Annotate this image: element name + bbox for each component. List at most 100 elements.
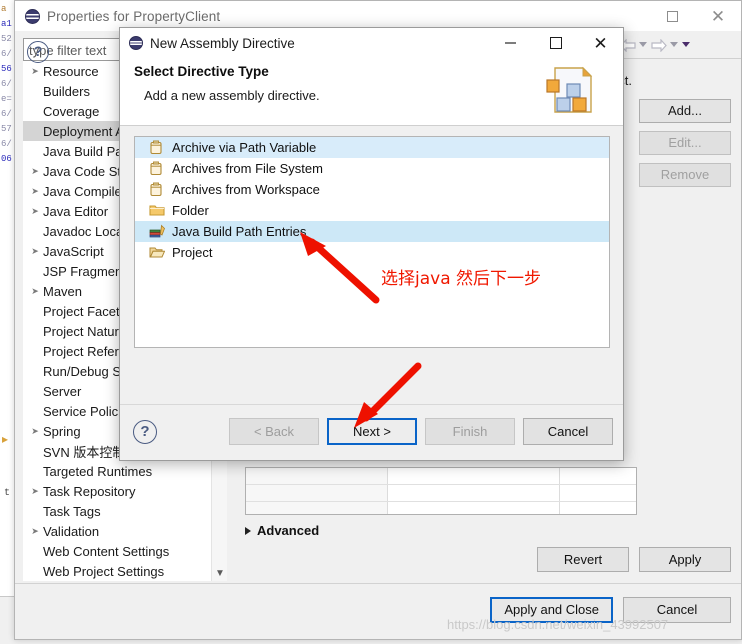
- close-icon[interactable]: ✕: [695, 1, 741, 31]
- list-item-label: Java Build Path Entries: [172, 224, 307, 239]
- tree-item-label: Resource: [43, 63, 99, 79]
- revert-button[interactable]: Revert: [537, 547, 629, 572]
- tree-item-validation[interactable]: ➤ Validation: [23, 521, 227, 541]
- banner-heading: Select Directive Type: [134, 64, 269, 79]
- list-item-java-build-path-entries[interactable]: Java Build Path Entries: [135, 221, 609, 242]
- jar-icon: [149, 161, 166, 176]
- assembly-table[interactable]: [245, 467, 637, 515]
- chevron-right-icon: [245, 526, 251, 535]
- directive-type-list[interactable]: Archive via Path Variable Archives from …: [134, 136, 610, 348]
- tree-item-label: Coverage: [43, 103, 100, 119]
- new-assembly-directive-dialog: New Assembly Directive ✕ Select Directiv…: [119, 27, 624, 461]
- tree-item-label: Task Repository: [43, 483, 136, 499]
- table-column-extra: [560, 468, 636, 514]
- table-column-source: [246, 468, 388, 514]
- annotation-chinese-note: 选择java 然后下一步: [381, 269, 542, 289]
- tree-item-label: Maven: [43, 283, 83, 299]
- chevron-right-icon[interactable]: ➤: [27, 286, 43, 297]
- close-icon[interactable]: ✕: [578, 28, 623, 58]
- tree-item-label: Java Compiler: [43, 183, 127, 199]
- tree-item-label: SVN 版本控制: [43, 444, 126, 460]
- table-column-deploy-path: [388, 468, 560, 514]
- eclipse-icon: [25, 9, 40, 24]
- scrollbar-down-arrow-icon[interactable]: ▼: [212, 568, 228, 579]
- chevron-right-icon[interactable]: ➤: [27, 426, 43, 437]
- list-item-label: Project: [172, 245, 213, 260]
- editor-text-fragment: t: [4, 488, 11, 499]
- tree-item-web-content-settings[interactable]: ➤Web Content Settings: [23, 541, 227, 561]
- tree-item-label: Web Project Settings: [43, 563, 165, 579]
- tree-item-label: Project Facets: [43, 303, 127, 319]
- editor-marker-icon: ▸: [2, 432, 9, 446]
- tree-item-label: JavaScript: [43, 243, 104, 259]
- tree-item-task-repository[interactable]: ➤ Task Repository: [23, 481, 227, 501]
- list-item-label: Folder: [172, 203, 209, 218]
- dialog-footer: ? < Back Next > Finish Cancel: [120, 404, 623, 460]
- back-button[interactable]: < Back: [229, 418, 319, 445]
- help-icon[interactable]: ?: [27, 41, 49, 63]
- tree-item-label: Java Editor: [43, 203, 109, 219]
- tree-item-label: Validation: [43, 523, 100, 539]
- dialog-window-controls: ✕: [488, 28, 623, 58]
- chevron-right-icon[interactable]: ➤: [27, 166, 43, 177]
- forward-arrow-icon[interactable]: [651, 38, 667, 52]
- remove-button[interactable]: Remove: [639, 163, 731, 187]
- minimize-icon[interactable]: [488, 28, 533, 58]
- tree-item-targeted-runtimes[interactable]: ➤Targeted Runtimes: [23, 461, 227, 481]
- advanced-label: Advanced: [257, 523, 320, 538]
- tree-item-web-project-settings[interactable]: ➤Web Project Settings: [23, 561, 227, 581]
- project-folder-icon: [149, 245, 166, 260]
- dialog-titlebar[interactable]: New Assembly Directive ✕: [120, 28, 623, 58]
- chevron-right-icon[interactable]: ➤: [27, 186, 43, 197]
- detail-side-buttons: Add... Edit... Remove: [639, 99, 731, 195]
- chevron-right-icon[interactable]: ➤: [27, 526, 43, 537]
- list-item-label: Archives from File System: [172, 161, 323, 176]
- maximize-icon[interactable]: [649, 1, 695, 31]
- chevron-right-icon[interactable]: ➤: [27, 206, 43, 217]
- jar-icon: [149, 140, 166, 155]
- back-history-chevron-down-icon[interactable]: [639, 42, 647, 47]
- java-build-path-icon: [149, 224, 166, 239]
- dialog-wizard-buttons: < Back Next > Finish Cancel: [229, 418, 613, 445]
- revert-apply-buttons: Revert Apply: [537, 547, 731, 572]
- tree-item-label: JSP Fragment: [43, 263, 126, 279]
- list-item-archives-from-file-system[interactable]: Archives from File System: [135, 158, 609, 179]
- dialog-title: New Assembly Directive: [150, 35, 295, 51]
- finish-button[interactable]: Finish: [425, 418, 515, 445]
- tree-item-task-tags[interactable]: ➤Task Tags: [23, 501, 227, 521]
- tree-item-label: Spring: [43, 423, 81, 439]
- list-item-archive-via-path-variable[interactable]: Archive via Path Variable: [135, 137, 609, 158]
- apply-button[interactable]: Apply: [639, 547, 731, 572]
- assembly-document-icon: [541, 62, 599, 120]
- tree-item-label: Server: [43, 383, 82, 399]
- list-item-project[interactable]: Project: [135, 242, 609, 263]
- chevron-right-icon[interactable]: ➤: [27, 486, 43, 497]
- next-button[interactable]: Next >: [327, 418, 417, 445]
- list-item-archives-from-workspace[interactable]: Archives from Workspace: [135, 179, 609, 200]
- banner-subheading: Add a new assembly directive.: [144, 88, 320, 103]
- window-controls: ✕: [649, 1, 741, 31]
- jar-icon: [149, 182, 166, 197]
- add-button[interactable]: Add...: [639, 99, 731, 123]
- tree-item-label: Web Content Settings: [43, 543, 170, 559]
- properties-nav-toolbar: [613, 31, 741, 59]
- list-item-folder[interactable]: Folder: [135, 200, 609, 221]
- edit-button[interactable]: Edit...: [639, 131, 731, 155]
- watermark-text: https://blog.csdn.net/weixin_43992507: [447, 617, 669, 632]
- forward-history-chevron-down-icon[interactable]: [670, 42, 678, 47]
- cancel-button[interactable]: Cancel: [523, 418, 613, 445]
- help-icon[interactable]: ?: [133, 420, 157, 444]
- view-menu-chevron-down-icon[interactable]: [682, 42, 690, 47]
- tree-item-label: Builders: [43, 83, 90, 99]
- properties-window-title: Properties for PropertyClient: [47, 8, 221, 24]
- list-item-label: Archive via Path Variable: [172, 140, 317, 155]
- chevron-right-icon[interactable]: ➤: [27, 246, 43, 257]
- list-item-label: Archives from Workspace: [172, 182, 320, 197]
- tree-item-label: Task Tags: [43, 503, 101, 519]
- tree-item-label: Targeted Runtimes: [43, 463, 153, 479]
- chevron-right-icon[interactable]: ➤: [27, 66, 43, 77]
- maximize-icon[interactable]: [533, 28, 578, 58]
- dialog-banner: Select Directive Type Add a new assembly…: [120, 58, 623, 126]
- advanced-section-toggle[interactable]: Advanced: [245, 523, 319, 538]
- eclipse-icon: [129, 36, 143, 50]
